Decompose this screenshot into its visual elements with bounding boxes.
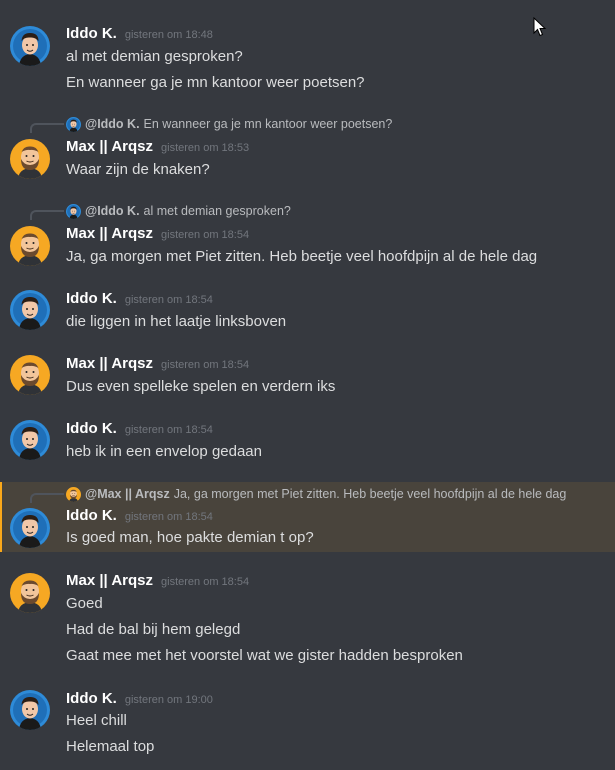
max-avatar-icon	[10, 139, 50, 179]
username[interactable]: Iddo K.	[66, 290, 117, 307]
reply-reference[interactable]: @Iddo K. En wanneer ga je mn kantoor wee…	[66, 116, 392, 132]
user-avatar[interactable]	[10, 690, 50, 730]
user-avatar[interactable]	[10, 139, 50, 179]
username[interactable]: Max || Arqsz	[66, 225, 153, 242]
message-text: Had de bal bij hem gelegd	[66, 621, 241, 638]
iddo-avatar-icon	[10, 26, 50, 66]
username[interactable]: Max || Arqsz	[66, 138, 153, 155]
message-group: @Iddo K. al met demian gesproken? Max ||…	[0, 199, 615, 275]
message-header: Iddo K. gisteren om 18:54	[66, 420, 213, 440]
reply-reference[interactable]: @Max || Arqsz Ja, ga morgen met Piet zit…	[66, 486, 566, 502]
mouse-cursor-icon	[533, 17, 547, 37]
message-group: Max || Arqsz gisteren om 18:54 Dus even …	[0, 349, 615, 405]
timestamp: gisteren om 18:54	[124, 424, 213, 436]
reply-preview[interactable]: Ja, ga morgen met Piet zitten. Heb beetj…	[174, 487, 567, 501]
message-group: Iddo K. gisteren om 18:48 al met demian …	[0, 18, 615, 100]
message-text: Dus even spelleke spelen en verdern iks	[66, 378, 336, 395]
username[interactable]: Iddo K.	[66, 690, 117, 707]
timestamp: gisteren om 18:54	[161, 576, 250, 588]
chat-message-list[interactable]: Iddo K. gisteren om 18:48 al met demian …	[0, 0, 615, 770]
max-avatar-icon	[10, 226, 50, 266]
timestamp: gisteren om 18:54	[124, 294, 213, 306]
username[interactable]: Iddo K.	[66, 25, 117, 42]
message-header: Max || Arqsz gisteren om 18:54	[66, 225, 249, 245]
message-header: Iddo K. gisteren om 19:00	[66, 690, 213, 710]
message-text: Waar zijn de knaken?	[66, 161, 210, 178]
message-text: Gaat mee met het voorstel wat we gister …	[66, 647, 463, 664]
iddo-avatar-icon	[10, 690, 50, 730]
message-text: Is goed man, hoe pakte demian t op?	[66, 529, 314, 546]
message-group: Iddo K. gisteren om 19:00 Heel chill Hel…	[0, 684, 615, 766]
message-header: Max || Arqsz gisteren om 18:54	[66, 572, 249, 592]
user-avatar[interactable]	[10, 290, 50, 330]
message-text: Ja, ga morgen met Piet zitten. Heb beetj…	[66, 248, 538, 265]
timestamp: gisteren om 18:54	[161, 229, 250, 241]
user-avatar[interactable]	[10, 508, 50, 548]
message-header: Iddo K. gisteren om 18:54	[66, 507, 213, 527]
message-text: Heel chill	[66, 712, 127, 729]
reply-preview[interactable]: al met demian gesproken?	[144, 204, 291, 218]
reply-spine	[30, 210, 64, 220]
user-avatar[interactable]	[10, 26, 50, 66]
message-group-mention-highlight: @Max || Arqsz Ja, ga morgen met Piet zit…	[0, 482, 615, 552]
reply-reference[interactable]: @Iddo K. al met demian gesproken?	[66, 203, 291, 219]
message-header: Max || Arqsz gisteren om 18:53	[66, 138, 249, 158]
timestamp: gisteren om 18:54	[124, 511, 213, 523]
reply-spine	[30, 493, 64, 503]
message-text: heb ik in een envelop gedaan	[66, 443, 262, 460]
timestamp: gisteren om 18:53	[161, 142, 250, 154]
reply-mention[interactable]: @Max || Arqsz	[85, 487, 170, 501]
message-header: Iddo K. gisteren om 18:54	[66, 290, 213, 310]
timestamp: gisteren om 19:00	[124, 694, 213, 706]
user-avatar[interactable]	[10, 573, 50, 613]
user-avatar[interactable]	[10, 420, 50, 460]
message-text: Goed	[66, 595, 103, 612]
message-group: Iddo K. gisteren om 18:54 die liggen in …	[0, 284, 615, 340]
iddo-avatar-icon	[66, 204, 81, 219]
message-text: En wanneer ga je mn kantoor weer poetsen…	[66, 74, 365, 91]
reply-spine	[30, 123, 64, 133]
message-group: Iddo K. gisteren om 18:54 heb ik in een …	[0, 414, 615, 470]
message-group: Max || Arqsz gisteren om 18:54 Goed Had …	[0, 566, 615, 676]
message-group: @Iddo K. En wanneer ga je mn kantoor wee…	[0, 112, 615, 188]
reply-preview[interactable]: En wanneer ga je mn kantoor weer poetsen…	[144, 117, 393, 131]
user-avatar[interactable]	[10, 355, 50, 395]
message-header: Max || Arqsz gisteren om 18:54	[66, 355, 249, 375]
message-text: al met demian gesproken?	[66, 48, 243, 65]
user-avatar[interactable]	[10, 226, 50, 266]
max-avatar-icon	[66, 487, 81, 502]
reply-mention[interactable]: @Iddo K.	[85, 204, 140, 218]
timestamp: gisteren om 18:48	[124, 29, 213, 41]
username[interactable]: Max || Arqsz	[66, 355, 153, 372]
iddo-avatar-icon	[66, 117, 81, 132]
iddo-avatar-icon	[10, 420, 50, 460]
max-avatar-icon	[10, 573, 50, 613]
max-avatar-icon	[10, 355, 50, 395]
iddo-avatar-icon	[10, 290, 50, 330]
timestamp: gisteren om 18:54	[161, 359, 250, 371]
message-header: Iddo K. gisteren om 18:48	[66, 25, 213, 45]
username[interactable]: Iddo K.	[66, 507, 117, 524]
username[interactable]: Iddo K.	[66, 420, 117, 437]
message-text: die liggen in het laatje linksboven	[66, 313, 287, 330]
iddo-avatar-icon	[10, 508, 50, 548]
reply-mention[interactable]: @Iddo K.	[85, 117, 140, 131]
message-text: Helemaal top	[66, 738, 155, 755]
username[interactable]: Max || Arqsz	[66, 572, 153, 589]
